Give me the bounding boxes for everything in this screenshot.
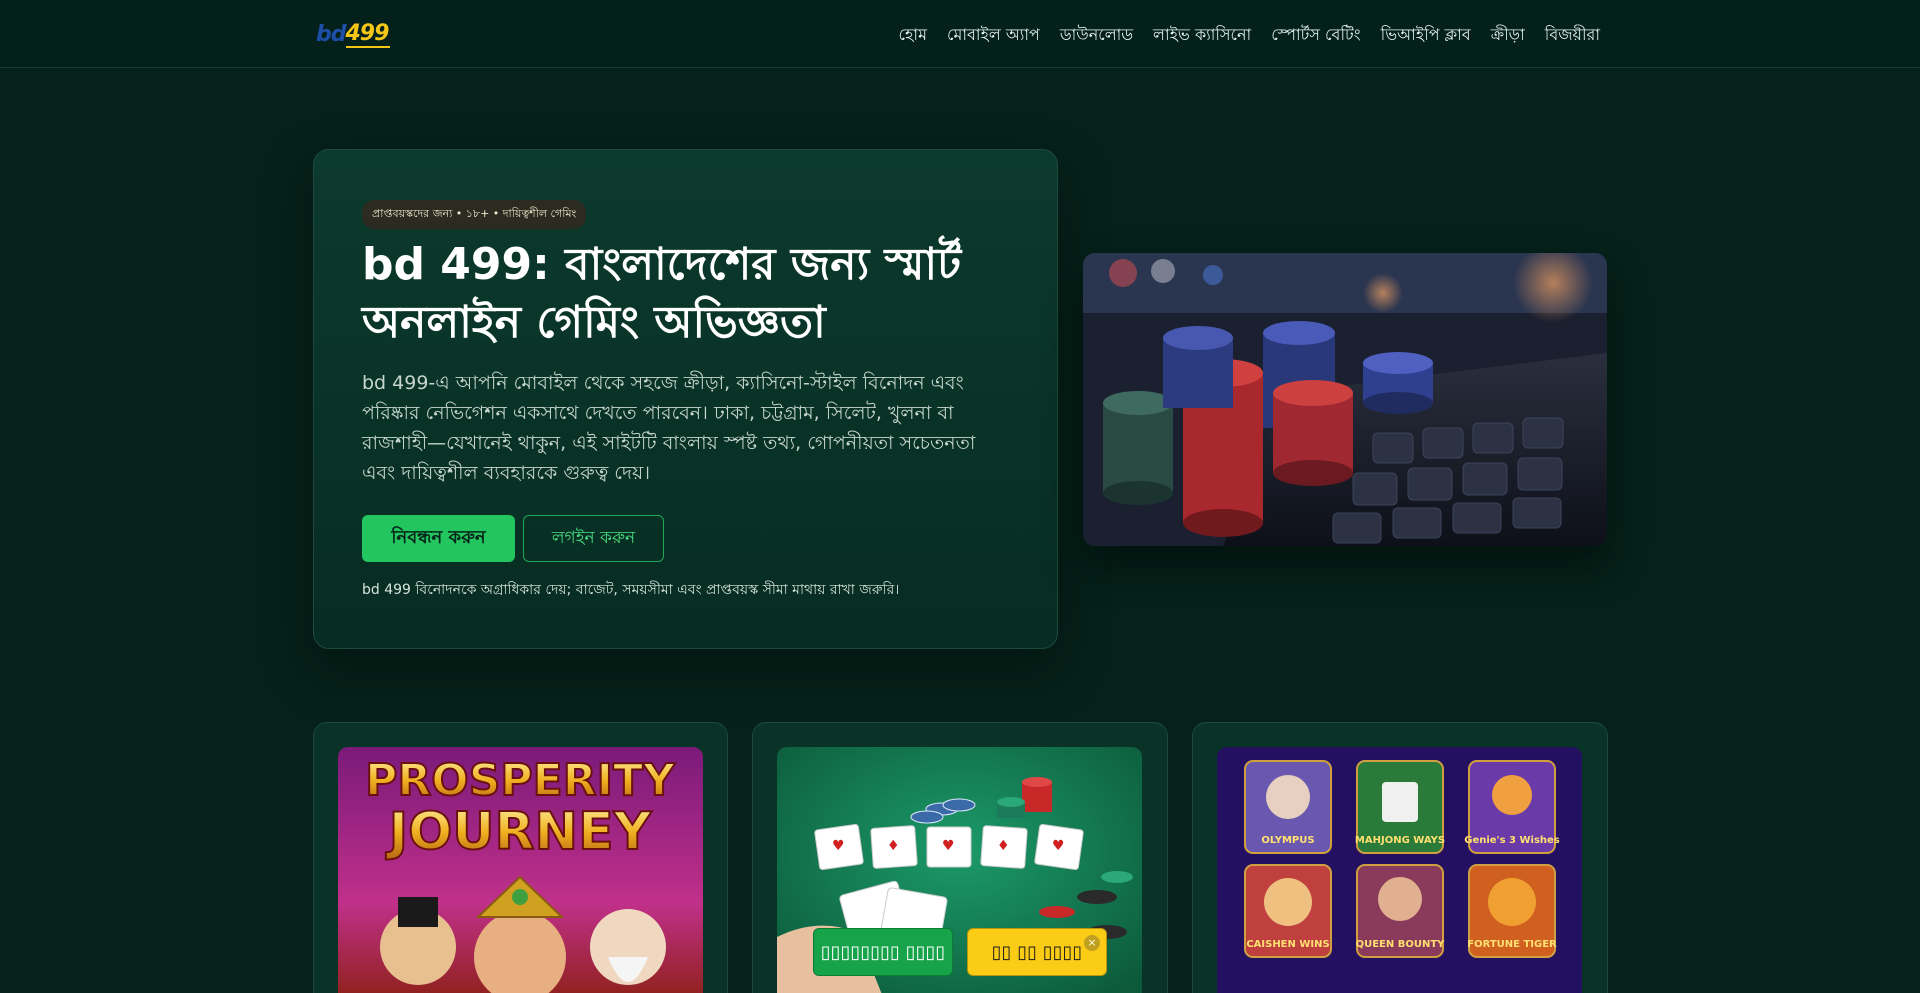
- nav-sports-betting[interactable]: স্পোর্টস বেটিং: [1271, 22, 1360, 49]
- login-button[interactable]: লগইন করুন: [523, 515, 664, 562]
- site-logo[interactable]: bd 499: [316, 20, 391, 48]
- slot-games-grid-image: OLYMPUS MAHJONG WAYS Genie's 3 Wishes CA…: [1217, 747, 1582, 993]
- nav-winners[interactable]: বিজয়ীরা: [1545, 22, 1600, 49]
- sticky-login-button[interactable]: ▯▯ ▯▯ ▯▯▯▯ ×: [967, 928, 1107, 976]
- svg-text:♥: ♥: [942, 838, 955, 854]
- hero-image-casino-chips: [1083, 253, 1607, 546]
- responsible-note: bd 499 বিনোদনকে অগ্রাধিকার দেয়; বাজেট, …: [362, 582, 900, 598]
- main-nav: হোম মোবাইল অ্যাপ ডাউনলোড লাইভ ক্যাসিনো স…: [899, 22, 1600, 49]
- slot-olympus-label: OLYMPUS: [1261, 835, 1314, 846]
- prosperity-title-line2: JOURNEY: [386, 802, 653, 862]
- svg-text:♥: ♥: [832, 838, 845, 854]
- sticky-login-label: ▯▯ ▯▯ ▯▯▯▯: [991, 941, 1083, 963]
- logo-number: 499: [345, 20, 391, 48]
- hero-card: প্রাপ্তবয়স্কদের জন্য • ১৮+ • দায়িত্বশী…: [313, 149, 1058, 649]
- nav-sports[interactable]: ক্রীড়া: [1491, 22, 1525, 49]
- prosperity-journey-image: PROSPERITY JOURNEY: [338, 747, 703, 993]
- slot-caishen-label: CAISHEN WINS: [1246, 939, 1329, 950]
- logo-prefix: bd: [316, 21, 346, 47]
- slot-tiger-label: FORTUNE TIGER: [1467, 939, 1557, 950]
- slot-genie-label: Genie's 3 Wishes: [1464, 835, 1560, 846]
- svg-text:♦: ♦: [887, 838, 900, 854]
- site-header: bd 499 হোম মোবাইল অ্যাপ ডাউনলোড লাইভ ক্য…: [0, 0, 1920, 68]
- nav-mobile-app[interactable]: মোবাইল অ্যাপ: [947, 22, 1040, 49]
- game-card-prosperity[interactable]: PROSPERITY JOURNEY: [313, 722, 728, 993]
- close-icon[interactable]: ×: [1084, 935, 1100, 951]
- nav-vip-club[interactable]: ভিআইপি ক্লাব: [1381, 22, 1471, 49]
- svg-text:♦: ♦: [997, 838, 1010, 854]
- game-card-slots[interactable]: OLYMPUS MAHJONG WAYS Genie's 3 Wishes CA…: [1192, 722, 1608, 993]
- register-button[interactable]: নিবন্ধন করুন: [362, 515, 515, 562]
- prosperity-title-line1: PROSPERITY: [365, 755, 676, 806]
- slot-mahjong-label: MAHJONG WAYS: [1355, 835, 1445, 846]
- chips-illustration: [1083, 253, 1607, 546]
- hero-description: bd 499-এ আপনি মোবাইল থেকে সহজে ক্রীড়া, …: [362, 372, 976, 484]
- nav-live-casino[interactable]: লাইভ ক্যাসিনো: [1153, 22, 1251, 49]
- sticky-register-button[interactable]: ▯▯▯▯▯▯▯▯ ▯▯▯▯: [813, 928, 953, 976]
- slot-queen-label: QUEEN BOUNTY: [1356, 939, 1446, 950]
- nav-home[interactable]: হোম: [899, 22, 927, 49]
- nav-download[interactable]: ডাউনলোড: [1060, 22, 1133, 49]
- sticky-cta-bar: ▯▯▯▯▯▯▯▯ ▯▯▯▯ ▯▯ ▯▯ ▯▯▯▯ ×: [813, 928, 1107, 976]
- hero-title: bd 499: বাংলাদেশের জন্য স্মার্ট অনলাইন গ…: [362, 239, 962, 348]
- age-badge: প্রাপ্তবয়স্কদের জন্য • ১৮+ • দায়িত্বশী…: [362, 200, 587, 229]
- svg-text:♥: ♥: [1052, 838, 1065, 854]
